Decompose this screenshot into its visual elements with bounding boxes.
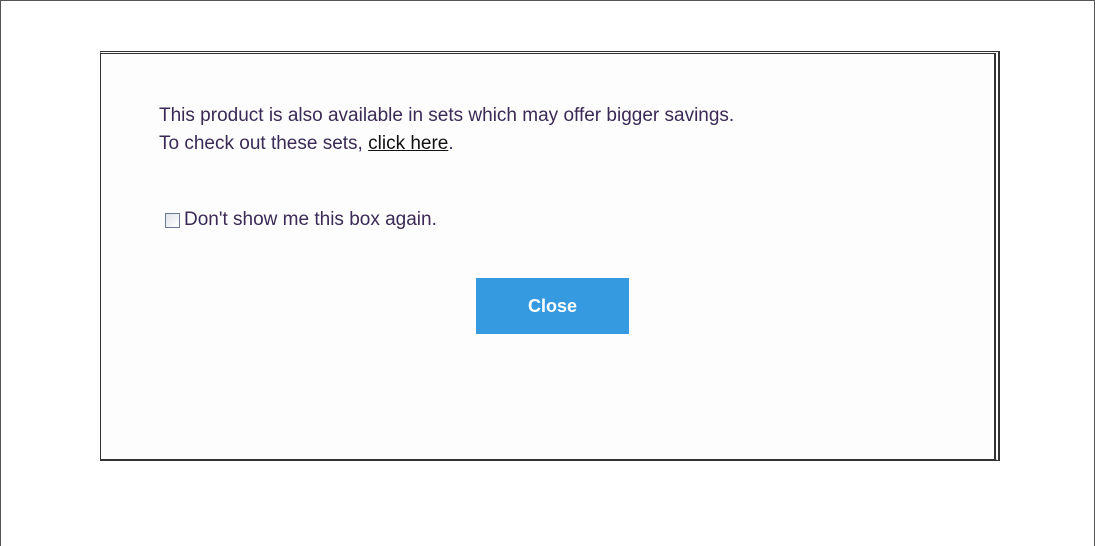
dialog-message: This product is also available in sets w…: [159, 102, 734, 158]
message-line-1: This product is also available in sets w…: [159, 105, 735, 126]
dont-show-again-option[interactable]: Don't show me this box again.: [165, 209, 437, 231]
message-line-2-suffix: .: [448, 133, 454, 154]
close-button[interactable]: Close: [476, 278, 629, 334]
dont-show-again-label: Don't show me this box again.: [184, 209, 437, 230]
set-offer-dialog: This product is also available in sets w…: [100, 51, 1000, 461]
dont-show-again-checkbox[interactable]: [165, 212, 180, 228]
message-line-2-prefix: To check out these sets,: [159, 133, 369, 154]
message-line-2: To check out these sets, click here.: [159, 130, 734, 158]
click-here-link[interactable]: click here: [368, 133, 448, 154]
